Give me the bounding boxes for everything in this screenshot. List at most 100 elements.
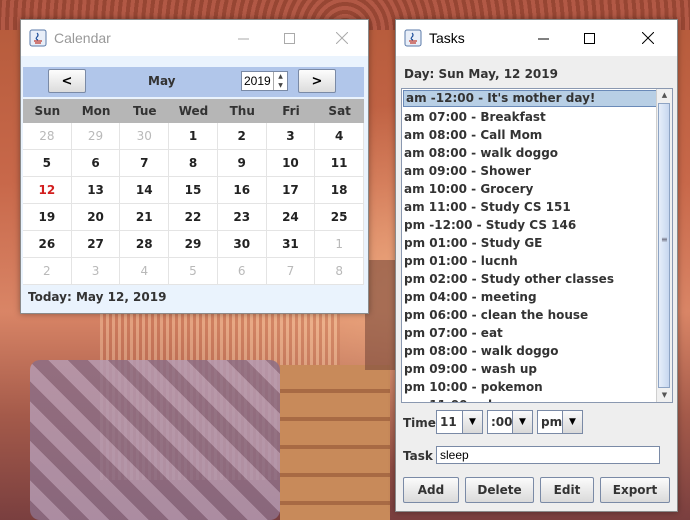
maximize-button[interactable] — [566, 20, 612, 56]
day-cell[interactable]: 3 — [266, 123, 316, 150]
scroll-down-icon[interactable]: ▼ — [657, 389, 672, 402]
chevron-down-icon[interactable]: ▼ — [512, 411, 532, 433]
day-cell[interactable]: 18 — [315, 177, 364, 204]
day-cell[interactable]: 2 — [23, 258, 72, 285]
hour-select[interactable]: 11 ▼ — [436, 410, 483, 434]
minute-select[interactable]: :00 ▼ — [487, 410, 533, 434]
task-row[interactable]: pm 04:00 - meeting — [402, 288, 658, 306]
day-cell[interactable]: 1 — [169, 123, 218, 150]
weekday-label: Fri — [282, 104, 300, 118]
delete-button[interactable]: Delete — [465, 477, 534, 503]
task-row[interactable]: pm 01:00 - lucnh — [402, 252, 658, 270]
day-cell[interactable]: 31 — [266, 231, 316, 258]
task-row[interactable]: pm 06:00 - clean the house — [402, 306, 658, 324]
day-cell[interactable]: 2 — [217, 123, 267, 150]
day-cell[interactable]: 8 — [169, 150, 218, 177]
task-row[interactable]: am 11:00 - Study CS 151 — [402, 198, 658, 216]
year-spinner[interactable]: 2019 ▲ ▼ — [241, 71, 288, 91]
day-cell[interactable]: 7 — [120, 150, 170, 177]
tasks-titlebar[interactable]: Tasks — [396, 20, 677, 56]
day-cell[interactable]: 15 — [169, 177, 218, 204]
day-cell[interactable]: 29 — [71, 123, 121, 150]
edit-button[interactable]: Edit — [540, 477, 594, 503]
ampm-select[interactable]: pm ▼ — [537, 410, 583, 434]
day-cell[interactable]: 30 — [217, 231, 267, 258]
task-row[interactable]: pm 02:00 - Study other classes — [402, 270, 658, 288]
task-row[interactable]: am 09:00 - Shower — [402, 162, 658, 180]
task-row[interactable]: pm 09:00 - wash up — [402, 360, 658, 378]
day-cell-today[interactable]: 12 — [23, 177, 72, 204]
close-button[interactable] — [625, 20, 671, 56]
day-cell[interactable]: 21 — [120, 204, 170, 231]
day-cell[interactable]: 1 — [315, 231, 364, 258]
day-cell[interactable]: 28 — [23, 123, 72, 150]
task-row[interactable]: pm 10:00 - pokemon — [402, 378, 658, 396]
java-icon — [404, 29, 422, 47]
day-cell[interactable]: 7 — [266, 258, 316, 285]
tasks-title: Tasks — [429, 30, 465, 46]
day-grid: 28 29 30 1 2 3 4 5 6 7 8 9 10 11 12 13 14 15 16 17 18 19 20 21 2… — [23, 123, 364, 285]
day-cell[interactable]: 17 — [266, 177, 316, 204]
task-row[interactable]: pm 08:00 - walk doggo — [402, 342, 658, 360]
day-cell[interactable]: 11 — [315, 150, 364, 177]
day-cell[interactable]: 24 — [266, 204, 316, 231]
scroll-thumb[interactable]: ≡ — [658, 103, 670, 388]
day-cell[interactable]: 28 — [120, 231, 170, 258]
grip-icon: ≡ — [661, 235, 668, 244]
task-row[interactable]: am 10:00 - Grocery — [402, 180, 658, 198]
spinner-arrows[interactable]: ▲ ▼ — [273, 72, 287, 90]
minimize-button[interactable] — [220, 20, 266, 56]
day-cell[interactable]: 6 — [71, 150, 121, 177]
day-cell[interactable]: 19 — [23, 204, 72, 231]
task-list[interactable]: am -12:00 - It's mother day! am 07:00 - B… — [402, 89, 658, 402]
year-value[interactable]: 2019 — [244, 74, 271, 88]
day-cell[interactable]: 30 — [120, 123, 170, 150]
day-cell[interactable]: 22 — [169, 204, 218, 231]
day-cell[interactable]: 4 — [120, 258, 170, 285]
task-row[interactable]: am 08:00 - Call Mom — [402, 126, 658, 144]
day-cell[interactable]: 16 — [217, 177, 267, 204]
chevron-down-icon[interactable]: ▼ — [562, 411, 582, 433]
day-cell[interactable]: 3 — [71, 258, 121, 285]
spin-down-icon[interactable]: ▼ — [274, 81, 287, 90]
task-row[interactable]: am 07:00 - Breakfast — [402, 108, 658, 126]
day-cell[interactable]: 25 — [315, 204, 364, 231]
vertical-scrollbar[interactable]: ▲ ≡ ▼ — [656, 89, 672, 402]
day-cell[interactable]: 5 — [169, 258, 218, 285]
export-button[interactable]: Export — [600, 477, 670, 503]
day-cell[interactable]: 14 — [120, 177, 170, 204]
ampm-value: pm — [541, 415, 563, 429]
task-row[interactable]: am 08:00 - walk doggo — [402, 144, 658, 162]
chevron-down-icon[interactable]: ▼ — [462, 411, 482, 433]
day-label: Day: Sun May, 12 2019 — [404, 67, 558, 81]
day-cell[interactable]: 29 — [169, 231, 218, 258]
maximize-button[interactable] — [266, 20, 312, 56]
day-cell[interactable]: 27 — [71, 231, 121, 258]
task-row[interactable]: pm 01:00 - Study GE — [402, 234, 658, 252]
task-row[interactable]: pm 07:00 - eat — [402, 324, 658, 342]
close-button[interactable] — [319, 20, 365, 56]
weekday-header: Sun Mon Tue Wed Thu Fri Sat — [23, 99, 364, 123]
add-button[interactable]: Add — [403, 477, 459, 503]
prev-month-button[interactable]: < — [48, 69, 86, 93]
spin-up-icon[interactable]: ▲ — [274, 72, 287, 81]
day-cell[interactable]: 23 — [217, 204, 267, 231]
scroll-up-icon[interactable]: ▲ — [657, 89, 672, 102]
day-cell[interactable]: 5 — [23, 150, 72, 177]
day-cell[interactable]: 26 — [23, 231, 72, 258]
day-cell[interactable]: 9 — [217, 150, 267, 177]
day-cell[interactable]: 8 — [315, 258, 364, 285]
day-cell[interactable]: 4 — [315, 123, 364, 150]
day-cell[interactable]: 6 — [217, 258, 267, 285]
calendar-titlebar[interactable]: Calendar — [21, 20, 368, 56]
task-input[interactable]: sleep — [436, 446, 660, 464]
task-row-selected[interactable]: am -12:00 - It's mother day! — [403, 90, 657, 107]
task-row[interactable]: pm -12:00 - Study CS 146 — [402, 216, 658, 234]
next-month-button[interactable]: > — [298, 69, 336, 93]
task-list-box[interactable]: am -12:00 - It's mother day! am 07:00 - B… — [401, 88, 673, 403]
day-cell[interactable]: 13 — [71, 177, 121, 204]
task-row[interactable]: pm 11:00 - sleep — [402, 396, 658, 402]
minimize-button[interactable] — [520, 20, 566, 56]
day-cell[interactable]: 10 — [266, 150, 316, 177]
day-cell[interactable]: 20 — [71, 204, 121, 231]
